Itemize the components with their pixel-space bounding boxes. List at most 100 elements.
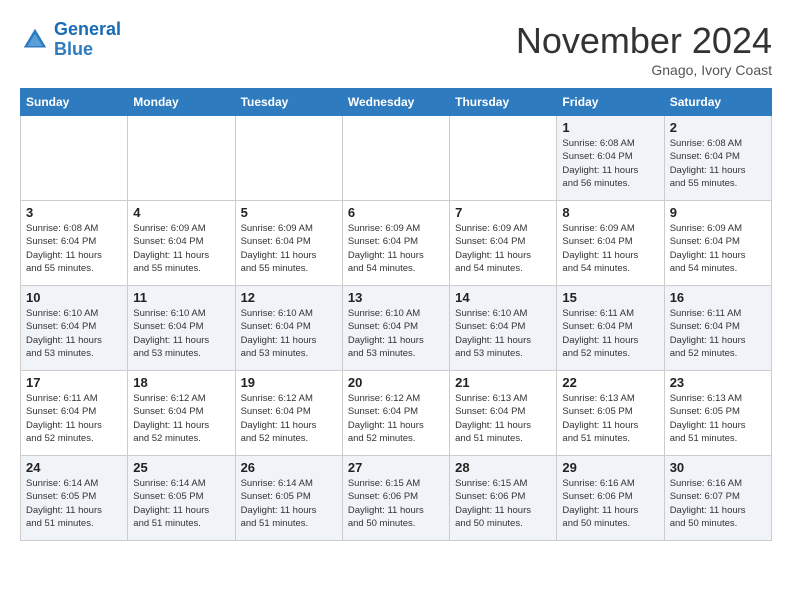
weekday-header: Tuesday [235,89,342,116]
calendar-cell: 19 Sunrise: 6:12 AM Sunset: 6:04 PM Dayli… [235,371,342,456]
day-info: Sunrise: 6:09 AM Sunset: 6:04 PM Dayligh… [670,222,766,275]
calendar-header-row: SundayMondayTuesdayWednesdayThursdayFrid… [21,89,772,116]
day-number: 5 [241,205,337,220]
calendar-cell: 11Sunrise: 6:10 AM Sunset: 6:04 PM Dayli… [128,286,235,371]
day-info: Sunrise: 6:10 AM Sunset: 6:04 PM Dayligh… [241,307,337,360]
day-info: Sunrise: 6:09 AM Sunset: 6:04 PM Dayligh… [455,222,551,275]
calendar-cell: 6Sunrise: 6:09 AM Sunset: 6:04 PM Daylig… [342,201,449,286]
calendar-cell: 21 Sunrise: 6:13 AM Sunset: 6:04 PM Dayli… [450,371,557,456]
calendar-cell: 23 Sunrise: 6:13 AM Sunset: 6:05 PM Dayli… [664,371,771,456]
calendar-cell: 15 Sunrise: 6:11 AM Sunset: 6:04 PM Dayli… [557,286,664,371]
day-number: 18 [133,375,229,390]
day-info: Sunrise: 6:13 AM Sunset: 6:05 PM Dayligh… [562,392,658,445]
day-number: 19 [241,375,337,390]
day-info: Sunrise: 6:11 AM Sunset: 6:04 PM Dayligh… [670,307,766,360]
weekday-header: Friday [557,89,664,116]
logo-general: General [54,19,121,39]
day-number: 25 [133,460,229,475]
logo-blue: Blue [54,39,93,59]
calendar-cell: 8 Sunrise: 6:09 AM Sunset: 6:04 PM Daylig… [557,201,664,286]
day-number: 24 [26,460,122,475]
day-number: 12 [241,290,337,305]
day-info: Sunrise: 6:11 AM Sunset: 6:04 PM Dayligh… [26,392,122,445]
calendar-week-row: 3 Sunrise: 6:08 AM Sunset: 6:04 PM Daylig… [21,201,772,286]
day-info: Sunrise: 6:08 AM Sunset: 6:04 PM Dayligh… [670,137,766,190]
day-info: Sunrise: 6:14 AM Sunset: 6:05 PM Dayligh… [241,477,337,530]
day-number: 6 [348,205,444,220]
month-title: November 2024 [516,20,772,62]
calendar-table: SundayMondayTuesdayWednesdayThursdayFrid… [20,88,772,541]
day-number: 7 [455,205,551,220]
calendar-week-row: 17 Sunrise: 6:11 AM Sunset: 6:04 PM Dayli… [21,371,772,456]
day-number: 2 [670,120,766,135]
calendar-cell: 25 Sunrise: 6:14 AM Sunset: 6:05 PM Dayli… [128,456,235,541]
day-info: Sunrise: 6:13 AM Sunset: 6:04 PM Dayligh… [455,392,551,445]
calendar-week-row: 1 Sunrise: 6:08 AM Sunset: 6:04 PM Daylig… [21,116,772,201]
calendar-cell: 30Sunrise: 6:16 AM Sunset: 6:07 PM Dayli… [664,456,771,541]
calendar-cell: 22Sunrise: 6:13 AM Sunset: 6:05 PM Dayli… [557,371,664,456]
calendar-week-row: 10Sunrise: 6:10 AM Sunset: 6:04 PM Dayli… [21,286,772,371]
day-info: Sunrise: 6:08 AM Sunset: 6:04 PM Dayligh… [26,222,122,275]
day-number: 8 [562,205,658,220]
calendar-cell: 1 Sunrise: 6:08 AM Sunset: 6:04 PM Daylig… [557,116,664,201]
day-number: 21 [455,375,551,390]
calendar-cell: 24 Sunrise: 6:14 AM Sunset: 6:05 PM Dayli… [21,456,128,541]
day-info: Sunrise: 6:16 AM Sunset: 6:06 PM Dayligh… [562,477,658,530]
calendar-cell: 18 Sunrise: 6:12 AM Sunset: 6:04 PM Dayli… [128,371,235,456]
day-number: 13 [348,290,444,305]
day-info: Sunrise: 6:13 AM Sunset: 6:05 PM Dayligh… [670,392,766,445]
day-number: 23 [670,375,766,390]
day-number: 28 [455,460,551,475]
calendar-cell: 26 Sunrise: 6:14 AM Sunset: 6:05 PM Dayli… [235,456,342,541]
day-number: 3 [26,205,122,220]
location: Gnago, Ivory Coast [516,62,772,78]
logo-text: General Blue [54,20,121,60]
day-info: Sunrise: 6:09 AM Sunset: 6:04 PM Dayligh… [562,222,658,275]
day-number: 16 [670,290,766,305]
calendar-cell: 17 Sunrise: 6:11 AM Sunset: 6:04 PM Dayli… [21,371,128,456]
day-number: 26 [241,460,337,475]
weekday-header: Thursday [450,89,557,116]
weekday-header: Wednesday [342,89,449,116]
day-number: 4 [133,205,229,220]
logo: General Blue [20,20,121,60]
day-info: Sunrise: 6:09 AM Sunset: 6:04 PM Dayligh… [133,222,229,275]
calendar-cell: 3 Sunrise: 6:08 AM Sunset: 6:04 PM Daylig… [21,201,128,286]
calendar-cell [235,116,342,201]
day-number: 30 [670,460,766,475]
weekday-header: Monday [128,89,235,116]
calendar-cell: 5 Sunrise: 6:09 AM Sunset: 6:04 PM Daylig… [235,201,342,286]
calendar-cell: 13Sunrise: 6:10 AM Sunset: 6:04 PM Dayli… [342,286,449,371]
day-number: 29 [562,460,658,475]
day-info: Sunrise: 6:15 AM Sunset: 6:06 PM Dayligh… [348,477,444,530]
page-header: General Blue November 2024 Gnago, Ivory … [20,20,772,78]
calendar-cell [21,116,128,201]
day-info: Sunrise: 6:08 AM Sunset: 6:04 PM Dayligh… [562,137,658,190]
day-number: 11 [133,290,229,305]
day-info: Sunrise: 6:15 AM Sunset: 6:06 PM Dayligh… [455,477,551,530]
calendar-cell [128,116,235,201]
day-number: 14 [455,290,551,305]
day-info: Sunrise: 6:10 AM Sunset: 6:04 PM Dayligh… [26,307,122,360]
day-number: 1 [562,120,658,135]
calendar-cell: 28 Sunrise: 6:15 AM Sunset: 6:06 PM Dayli… [450,456,557,541]
day-info: Sunrise: 6:12 AM Sunset: 6:04 PM Dayligh… [348,392,444,445]
day-info: Sunrise: 6:10 AM Sunset: 6:04 PM Dayligh… [455,307,551,360]
day-info: Sunrise: 6:12 AM Sunset: 6:04 PM Dayligh… [241,392,337,445]
day-info: Sunrise: 6:11 AM Sunset: 6:04 PM Dayligh… [562,307,658,360]
day-number: 27 [348,460,444,475]
day-info: Sunrise: 6:12 AM Sunset: 6:04 PM Dayligh… [133,392,229,445]
day-info: Sunrise: 6:14 AM Sunset: 6:05 PM Dayligh… [133,477,229,530]
weekday-header: Saturday [664,89,771,116]
day-number: 17 [26,375,122,390]
calendar-cell: 4 Sunrise: 6:09 AM Sunset: 6:04 PM Daylig… [128,201,235,286]
day-info: Sunrise: 6:09 AM Sunset: 6:04 PM Dayligh… [241,222,337,275]
day-info: Sunrise: 6:14 AM Sunset: 6:05 PM Dayligh… [26,477,122,530]
calendar-week-row: 24 Sunrise: 6:14 AM Sunset: 6:05 PM Dayli… [21,456,772,541]
calendar-cell: 2 Sunrise: 6:08 AM Sunset: 6:04 PM Daylig… [664,116,771,201]
calendar-cell: 14 Sunrise: 6:10 AM Sunset: 6:04 PM Dayli… [450,286,557,371]
calendar-cell [450,116,557,201]
calendar-cell: 9Sunrise: 6:09 AM Sunset: 6:04 PM Daylig… [664,201,771,286]
calendar-cell: 12 Sunrise: 6:10 AM Sunset: 6:04 PM Dayli… [235,286,342,371]
day-number: 15 [562,290,658,305]
